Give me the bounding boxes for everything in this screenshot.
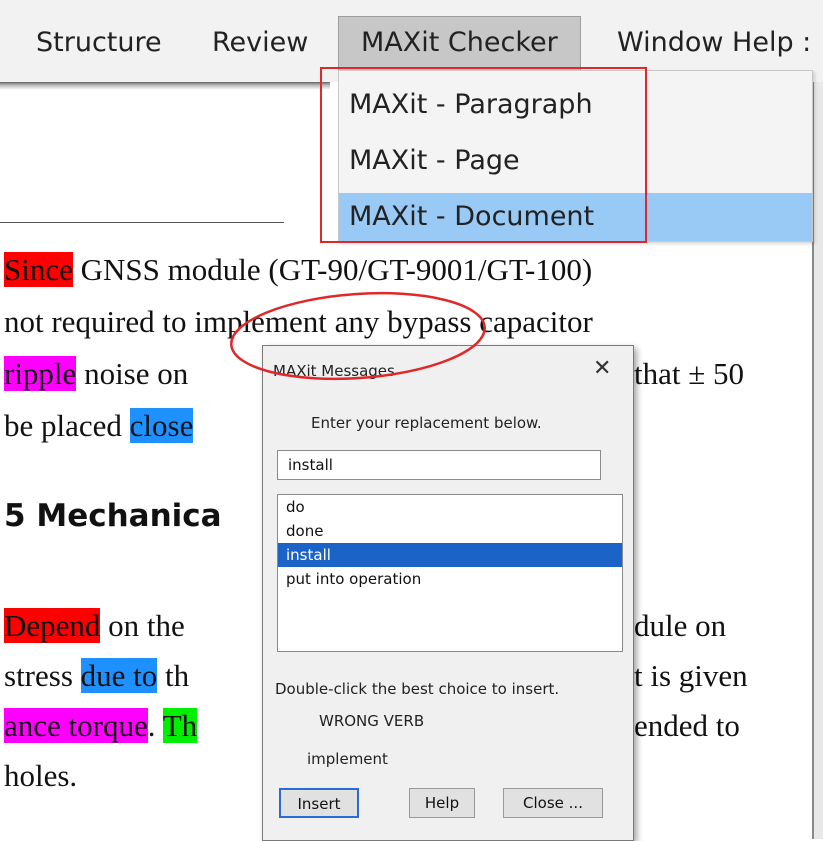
annotation-ellipse bbox=[230, 291, 486, 381]
